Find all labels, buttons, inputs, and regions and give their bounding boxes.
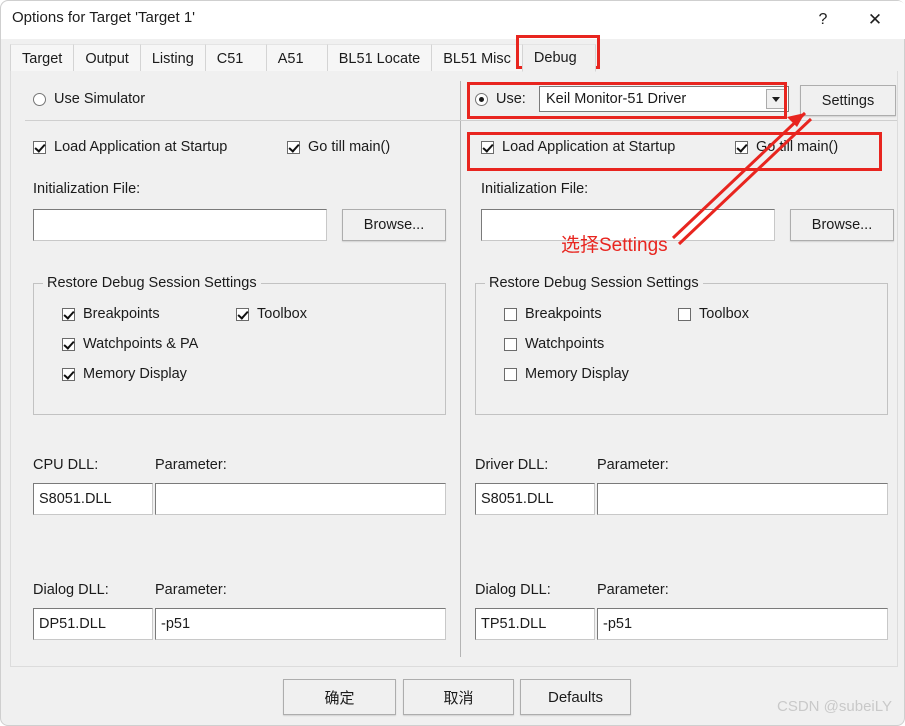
cpu-dll-label: CPU DLL: <box>33 457 99 473</box>
settings-button[interactable]: Settings <box>800 85 896 116</box>
right-dialog-parameter-input[interactable]: -p51 <box>597 608 888 640</box>
checkbox-indicator <box>62 337 75 351</box>
right-memory-display-checkbox[interactable]: Memory Display <box>504 366 629 382</box>
driver-parameter-input[interactable] <box>597 483 888 515</box>
title-bar: Options for Target 'Target 1' ? ✕ <box>1 1 905 39</box>
checkbox-indicator <box>504 367 517 381</box>
close-icon[interactable]: ✕ <box>852 1 898 39</box>
use-simulator-radio[interactable]: Use Simulator <box>33 91 145 107</box>
chevron-down-icon[interactable] <box>766 89 786 109</box>
debug-tab-page: Use Simulator Load Application at Startu… <box>10 71 898 667</box>
left-dialog-dll-input[interactable]: DP51.DLL <box>33 608 153 640</box>
checkbox-indicator <box>62 367 75 381</box>
driver-select-value: Keil Monitor-51 Driver <box>546 91 687 107</box>
checkbox-indicator <box>735 140 748 154</box>
left-go-till-main-label: Go till main() <box>308 139 391 155</box>
right-browse-button[interactable]: Browse... <box>790 209 894 241</box>
right-go-till-main-checkbox[interactable]: Go till main() <box>735 139 838 155</box>
left-toolbox-label: Toolbox <box>257 306 307 322</box>
ok-button[interactable]: 确定 <box>283 679 396 715</box>
watermark: CSDN @subeiLY <box>777 698 892 715</box>
panel-divider <box>460 81 461 657</box>
checkbox-indicator <box>33 140 46 154</box>
left-breakpoints-checkbox[interactable]: Breakpoints <box>62 306 160 322</box>
use-driver-radio[interactable]: Use: <box>475 91 526 107</box>
tab-target[interactable]: Target <box>10 44 75 72</box>
left-dialog-parameter-input[interactable]: -p51 <box>155 608 446 640</box>
tab-output[interactable]: Output <box>73 44 141 72</box>
driver-dll-label: Driver DLL: <box>475 457 549 473</box>
right-watchpoints-checkbox[interactable]: Watchpoints <box>504 336 604 352</box>
window-title: Options for Target 'Target 1' <box>12 9 196 26</box>
left-restore-session-group: Restore Debug Session Settings Breakpoin… <box>33 275 446 415</box>
left-browse-button[interactable]: Browse... <box>342 209 446 241</box>
left-restore-session-title: Restore Debug Session Settings <box>43 275 261 291</box>
tab-bl51-misc[interactable]: BL51 Misc <box>431 44 523 72</box>
right-init-file-label: Initialization File: <box>481 181 589 197</box>
left-watchpoints-label: Watchpoints & PA <box>83 336 199 352</box>
tab-listing[interactable]: Listing <box>139 44 206 72</box>
right-toolbox-checkbox[interactable]: Toolbox <box>678 306 749 322</box>
right-load-application-label: Load Application at Startup <box>502 139 676 155</box>
left-init-file-label: Initialization File: <box>33 181 141 197</box>
cpu-parameter-label: Parameter: <box>155 457 227 473</box>
right-breakpoints-checkbox[interactable]: Breakpoints <box>504 306 602 322</box>
tab-c51[interactable]: C51 <box>204 44 267 72</box>
left-dialog-dll-label: Dialog DLL: <box>33 582 109 598</box>
checkbox-indicator <box>481 140 494 154</box>
driver-panel: Use: Keil Monitor-51 Driver Settings Loa… <box>463 71 903 667</box>
right-restore-session-group: Restore Debug Session Settings Breakpoin… <box>475 275 888 415</box>
cpu-dll-input[interactable]: S8051.DLL <box>33 483 153 515</box>
left-toolbox-checkbox[interactable]: Toolbox <box>236 306 307 322</box>
right-dialog-dll-label: Dialog DLL: <box>475 582 551 598</box>
use-driver-label: Use: <box>496 91 526 107</box>
right-breakpoints-label: Breakpoints <box>525 306 602 322</box>
tab-debug[interactable]: Debug <box>521 44 596 72</box>
right-restore-session-title: Restore Debug Session Settings <box>485 275 703 291</box>
cancel-button[interactable]: 取消 <box>403 679 514 715</box>
simulator-panel: Use Simulator Load Application at Startu… <box>15 71 455 667</box>
tab-strip: Target Output Listing C51 A51 BL51 Locat… <box>10 43 898 72</box>
checkbox-indicator <box>504 307 517 321</box>
defaults-button[interactable]: Defaults <box>520 679 631 715</box>
radio-indicator <box>475 92 488 106</box>
right-dialog-dll-input[interactable]: TP51.DLL <box>475 608 595 640</box>
left-load-application-checkbox[interactable]: Load Application at Startup <box>33 139 227 155</box>
right-go-till-main-label: Go till main() <box>756 139 839 155</box>
left-breakpoints-label: Breakpoints <box>83 306 160 322</box>
right-memory-display-label: Memory Display <box>525 366 629 382</box>
driver-select[interactable]: Keil Monitor-51 Driver <box>539 86 789 112</box>
use-simulator-label: Use Simulator <box>54 91 146 107</box>
checkbox-indicator <box>504 337 517 351</box>
checkbox-indicator <box>236 307 249 321</box>
right-toolbox-label: Toolbox <box>699 306 749 322</box>
left-init-file-input[interactable] <box>33 209 327 241</box>
right-dialog-parameter-label: Parameter: <box>597 582 669 598</box>
right-load-application-checkbox[interactable]: Load Application at Startup <box>481 139 675 155</box>
left-go-till-main-checkbox[interactable]: Go till main() <box>287 139 390 155</box>
driver-dll-input[interactable]: S8051.DLL <box>475 483 595 515</box>
cpu-parameter-input[interactable] <box>155 483 446 515</box>
left-load-application-label: Load Application at Startup <box>54 139 228 155</box>
checkbox-indicator <box>678 307 691 321</box>
help-icon[interactable]: ? <box>800 1 846 39</box>
left-memory-display-checkbox[interactable]: Memory Display <box>62 366 187 382</box>
left-watchpoints-checkbox[interactable]: Watchpoints & PA <box>62 336 198 352</box>
radio-indicator <box>33 92 46 106</box>
left-memory-display-label: Memory Display <box>83 366 187 382</box>
options-dialog: Options for Target 'Target 1' ? ✕ Target… <box>0 0 905 726</box>
tab-bl51-locate[interactable]: BL51 Locate <box>326 44 433 72</box>
driver-parameter-label: Parameter: <box>597 457 669 473</box>
tab-a51[interactable]: A51 <box>265 44 328 72</box>
annotation-note: 选择Settings <box>561 235 668 256</box>
left-dialog-parameter-label: Parameter: <box>155 582 227 598</box>
checkbox-indicator <box>62 307 75 321</box>
right-watchpoints-label: Watchpoints <box>525 336 605 352</box>
checkbox-indicator <box>287 140 300 154</box>
